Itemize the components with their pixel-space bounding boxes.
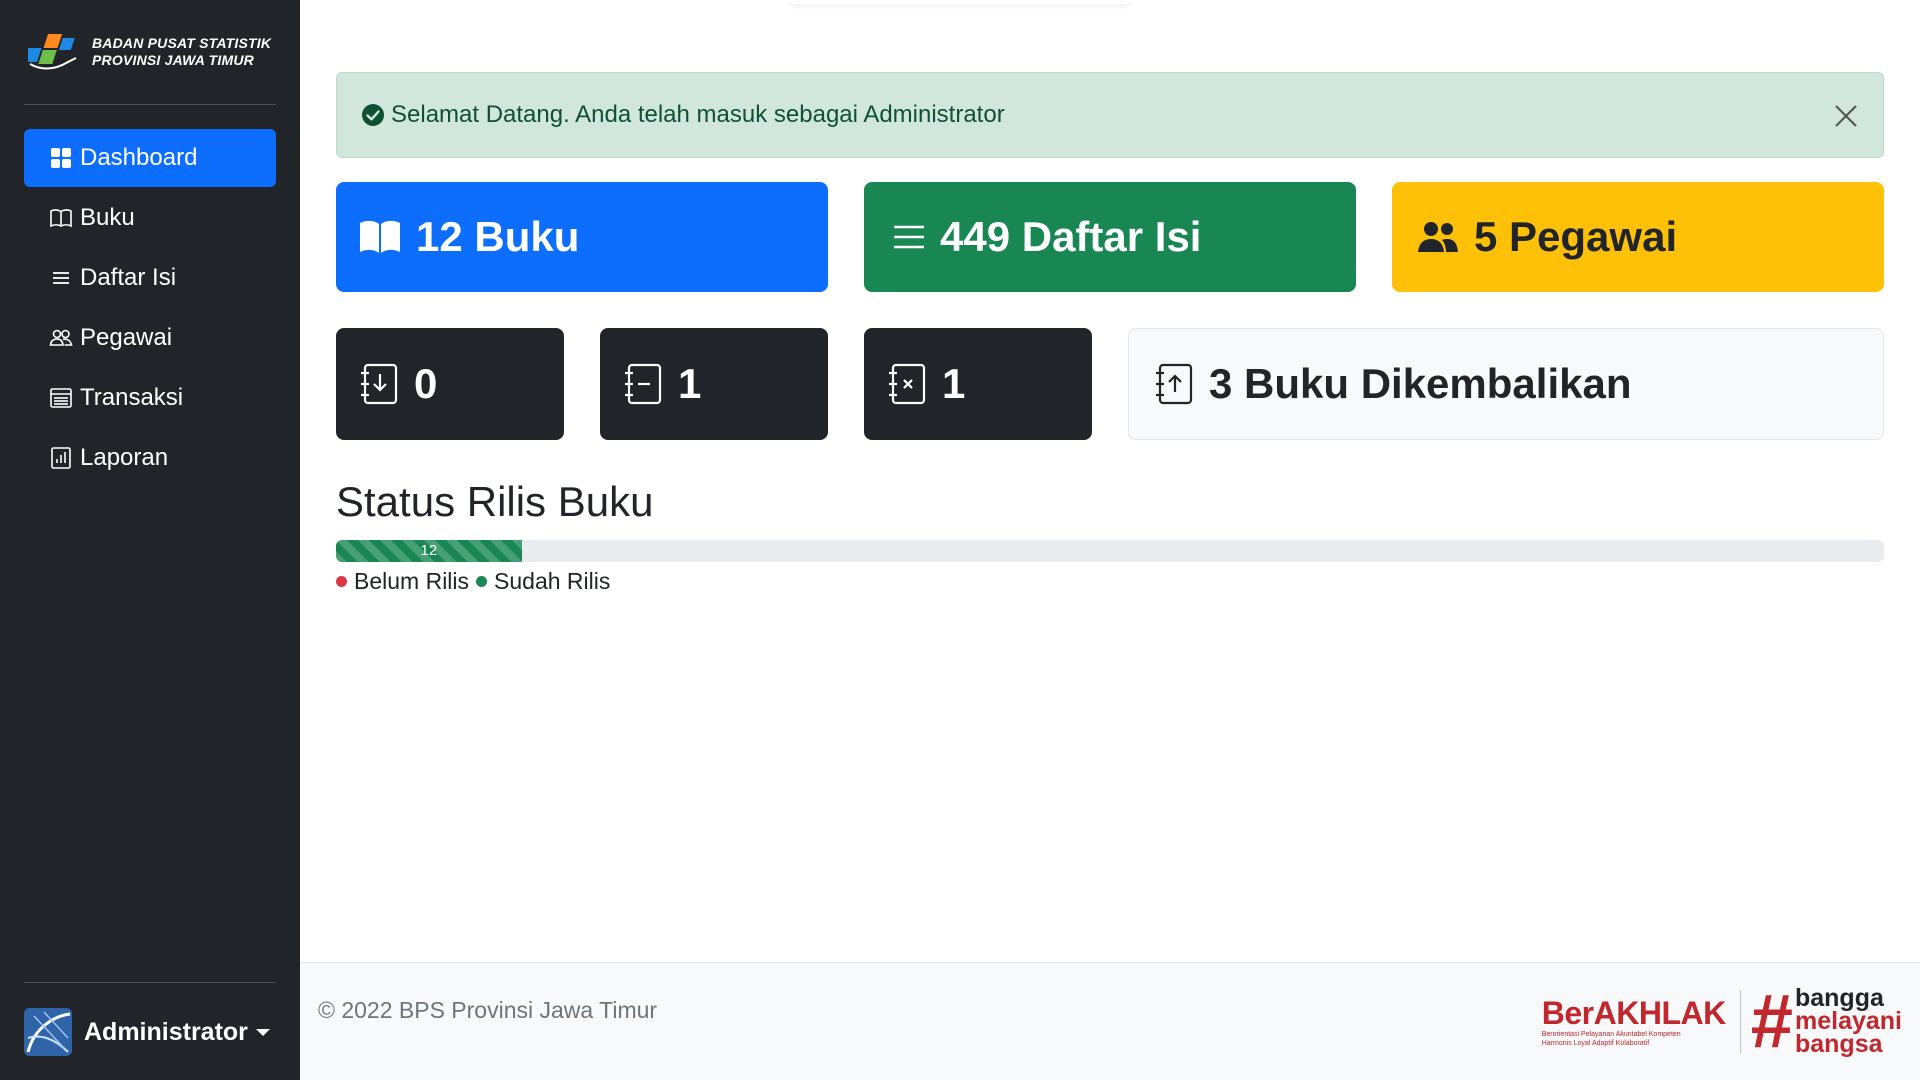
loan-cancel-count: 1 [942,360,966,407]
brand-title: BADAN PUSAT STATISTIK PROVINSI JAWA TIMU… [92,35,271,69]
journal-x-icon [886,362,928,406]
employees-card[interactable]: 5 Pegawai [1392,182,1884,292]
avatar [24,1008,72,1056]
journal-arrow-up-icon [1153,362,1195,406]
sidebar-item-transaksi[interactable]: Transaksi [24,369,276,427]
release-legend: Belum Rilis Sudah Rilis [336,568,617,595]
legend-released: Sudah Rilis [476,568,610,595]
loan-in-card[interactable]: 0 [336,328,564,440]
alert-message: Selamat Datang. Anda telah masuk sebagai… [391,101,1005,128]
people-fill-icon [1416,219,1460,255]
release-status-title: Status Rilis Buku [336,478,654,525]
grid-icon [48,145,74,171]
journal-arrow-down-icon [358,362,400,406]
berakhlak-wordmark: BerAKHLAK [1541,994,1726,1031]
green-dot-icon [476,576,488,587]
legend-unreleased: Belum Rilis [336,568,469,595]
journal-minus-icon [622,362,664,406]
sidebar-item-daftar-isi[interactable]: Daftar Isi [24,249,276,307]
sidebar-item-label: Pegawai [80,324,173,351]
berakhlak-logo: BerAKHLAK Berorientasi Pelayanan Akuntab… [1542,996,1726,1048]
footer-logos: BerAKHLAK Berorientasi Pelayanan Akuntab… [1542,978,1902,1064]
sidebar-item-label: Laporan [80,444,169,471]
logo-divider [1739,989,1741,1054]
legend-unreleased-label: Belum Rilis [354,568,470,594]
report-icon [48,445,74,471]
footer: © 2022 BPS Provinsi Jawa Timur BerAKHLAK… [300,962,1920,1080]
sidebar-divider-top [24,104,276,105]
returned-label: 3 Buku Dikembalikan [1209,360,1632,407]
bps-logo-icon [28,34,77,70]
sidebar-item-laporan[interactable]: Laporan [24,429,276,487]
red-dot-icon [336,576,347,587]
sidebar-item-label: Buku [80,204,135,231]
check-circle-icon [362,104,384,126]
loan-out-card[interactable]: 1 [600,328,828,440]
close-icon[interactable] [1831,101,1861,131]
legend-released-label: Sudah Rilis [494,568,611,594]
brand[interactable]: BADAN PUSAT STATISTIK PROVINSI JAWA TIMU… [28,28,271,76]
people-icon [48,325,74,351]
list-icon [892,221,926,253]
loan-cancel-card[interactable]: 1 [864,328,1092,440]
list-icon [48,265,74,291]
loan-out-count: 1 [678,360,702,407]
books-count: 12 Buku [416,213,580,260]
bangga-melayani-logo: # bangga melayani bangsa [1750,978,1902,1064]
loan-in-count: 0 [414,360,438,407]
sidebar-item-label: Daftar Isi [80,264,177,291]
contents-count: 449 Daftar Isi [940,213,1202,260]
brand-line-1: BADAN PUSAT STATISTIK [92,35,272,51]
books-card[interactable]: 12 Buku [336,182,828,292]
top-edge-shadow [790,0,1130,4]
main-content: Selamat Datang. Anda telah masuk sebagai… [300,0,1920,1080]
contents-card[interactable]: 449 Daftar Isi [864,182,1356,292]
berakhlak-tagline: Berorientasi Pelayanan Akuntabel Kompete… [1541,1030,1681,1047]
user-name: Administrator [84,1017,248,1046]
brand-line-2: PROVINSI JAWA TIMUR [92,52,254,68]
release-progress: 12 [336,540,1884,562]
user-menu[interactable]: Administrator [24,1008,270,1056]
chevron-down-icon [255,1028,270,1036]
sidebar-item-label: Dashboard [80,144,198,171]
bangga-word-3: bangsa [1794,1030,1883,1058]
book-icon [48,205,74,231]
sidebar: BADAN PUSAT STATISTIK PROVINSI JAWA TIMU… [0,0,300,1080]
released-progress-bar: 12 [336,540,522,562]
sidebar-item-buku[interactable]: Buku [24,189,276,247]
welcome-alert: Selamat Datang. Anda telah masuk sebagai… [336,72,1884,158]
sidebar-item-label: Transaksi [80,384,184,411]
transaction-icon [48,385,74,411]
open-book-icon [358,217,402,257]
sidebar-nav: Dashboard Buku Daftar Isi Pegawai Transa… [24,129,276,489]
sidebar-divider-bottom [24,982,276,983]
sidebar-item-pegawai[interactable]: Pegawai [24,309,276,367]
sidebar-item-dashboard[interactable]: Dashboard [24,129,276,187]
copyright: © 2022 BPS Provinsi Jawa Timur [318,997,658,1023]
employees-count: 5 Pegawai [1474,213,1678,260]
returned-card[interactable]: 3 Buku Dikembalikan [1128,328,1884,440]
hashtag-icon: # [1750,978,1793,1064]
